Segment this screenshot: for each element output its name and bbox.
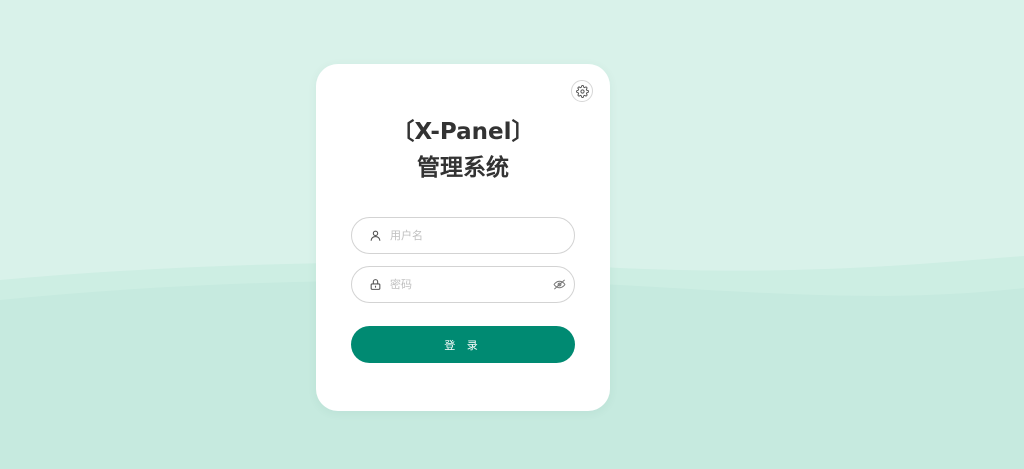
login-button[interactable]: 登 录 [351, 326, 575, 363]
login-card: 〔X-Panel〕 管理系统 登 录 [316, 64, 610, 411]
page-title: 〔X-Panel〕 管理系统 [316, 114, 610, 186]
eye-off-icon[interactable] [552, 278, 566, 292]
lock-icon [368, 278, 382, 292]
password-input[interactable] [390, 267, 548, 302]
settings-button[interactable] [571, 80, 593, 102]
title-line-2: 管理系统 [417, 155, 509, 181]
user-icon [368, 229, 382, 243]
username-field[interactable] [351, 217, 575, 254]
password-field[interactable] [351, 266, 575, 303]
username-input[interactable] [390, 218, 574, 253]
title-line-1: 〔X-Panel〕 [391, 119, 535, 145]
gear-icon [575, 84, 589, 98]
